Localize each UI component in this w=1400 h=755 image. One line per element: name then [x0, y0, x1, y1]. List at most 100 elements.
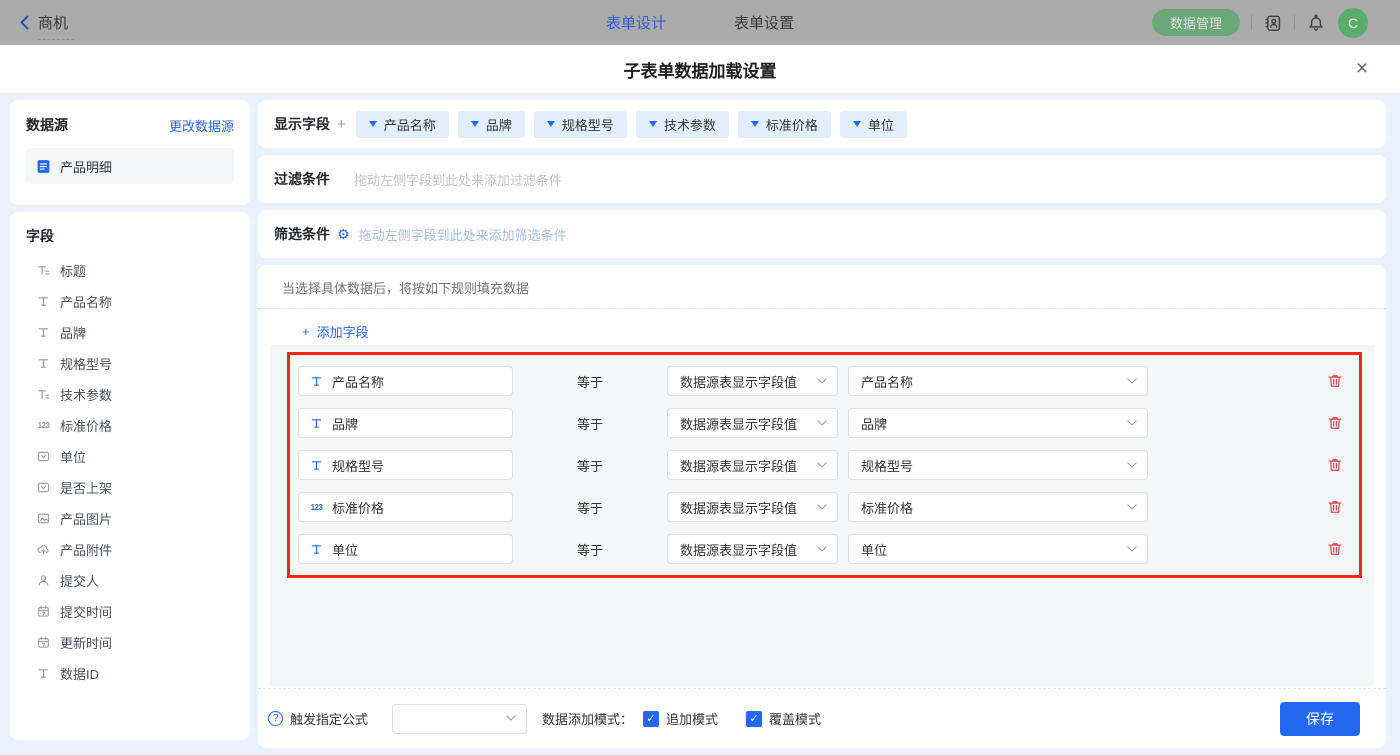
- source-select[interactable]: 数据源表显示字段值: [667, 366, 838, 396]
- avatar[interactable]: C: [1338, 8, 1368, 38]
- field-item-product-attachment[interactable]: 产品附件: [26, 534, 234, 565]
- trash-icon[interactable]: [1327, 373, 1343, 389]
- calendar-icon: [36, 604, 51, 619]
- datasource-title: 数据源: [26, 115, 68, 135]
- datasource-item-label: 产品明细: [60, 157, 112, 176]
- chevron-down-icon: [817, 378, 827, 385]
- field-item-submitter[interactable]: 提交人: [26, 565, 234, 596]
- data-manage-button[interactable]: 数据管理: [1152, 9, 1240, 36]
- bell-icon[interactable]: [1306, 13, 1326, 33]
- field-item-on-shelf[interactable]: 是否上架: [26, 472, 234, 503]
- field-item-data-id[interactable]: 数据ID: [26, 658, 234, 689]
- number-icon: [309, 500, 324, 515]
- source-select[interactable]: 数据源表显示字段值: [667, 408, 838, 438]
- caret-down-icon: [369, 121, 377, 127]
- text-icon: [36, 294, 51, 309]
- source-select[interactable]: 数据源表显示字段值: [667, 450, 838, 480]
- trash-icon[interactable]: [1327, 499, 1343, 515]
- add-field-link[interactable]: + 添加字段: [302, 322, 369, 341]
- app-header: 商机 表单设计 表单设置 数据管理 C: [0, 0, 1400, 45]
- operator-label: 等于: [577, 414, 605, 433]
- value-select[interactable]: 产品名称: [848, 366, 1148, 396]
- help-icon[interactable]: [268, 711, 283, 726]
- rule-field-box[interactable]: 标准价格: [298, 492, 513, 522]
- chevron-down-icon: [817, 546, 827, 553]
- checkbox-append-mode[interactable]: [643, 711, 659, 727]
- value-select[interactable]: 品牌: [848, 408, 1148, 438]
- display-tag-brand[interactable]: 品牌: [458, 111, 525, 138]
- operator-label: 等于: [577, 456, 605, 475]
- operator-label: 等于: [577, 498, 605, 517]
- formula-label: 触发指定公式: [290, 709, 368, 728]
- source-select[interactable]: 数据源表显示字段值: [667, 492, 838, 522]
- rule-field-box[interactable]: 规格型号: [298, 450, 513, 480]
- display-tag-standard-price[interactable]: 标准价格: [738, 111, 831, 138]
- field-item-tech-params[interactable]: 技术参数: [26, 379, 234, 410]
- screen-card: 筛选条件 拖动左侧字段到此处来添加筛选条件: [258, 210, 1386, 258]
- filter-placeholder: 拖动左侧字段到此处来添加过滤条件: [354, 170, 562, 189]
- plus-icon: +: [302, 324, 310, 339]
- user-icon: [36, 573, 51, 588]
- add-display-field-button[interactable]: +: [337, 116, 346, 133]
- value-select[interactable]: 规格型号: [848, 450, 1148, 480]
- value-select[interactable]: 单位: [848, 534, 1148, 564]
- close-icon[interactable]: ×: [1350, 57, 1374, 81]
- filter-drop-zone[interactable]: 拖动左侧字段到此处来添加过滤条件: [330, 155, 1370, 203]
- modal-title: 子表单数据加载设置: [0, 45, 1400, 93]
- field-item-brand[interactable]: 品牌: [26, 317, 234, 348]
- field-item-update-time[interactable]: 更新时间: [26, 627, 234, 658]
- field-item-spec-model[interactable]: 规格型号: [26, 348, 234, 379]
- annotation-red-box: 产品名称 等于 数据源表显示字段值 产品名称 品牌 等于: [287, 352, 1362, 578]
- caret-down-icon: [649, 121, 657, 127]
- contacts-icon[interactable]: [1263, 13, 1283, 33]
- screen-drop-zone[interactable]: 拖动左侧字段到此处来添加筛选条件: [350, 210, 1370, 258]
- tab-form-settings[interactable]: 表单设置: [734, 12, 794, 33]
- rule-field-box[interactable]: 单位: [298, 534, 513, 564]
- datasource-item[interactable]: 产品明细: [26, 148, 234, 184]
- change-datasource-link[interactable]: 更改数据源: [169, 116, 234, 135]
- chevron-down-icon: [1127, 378, 1137, 385]
- field-item-product-name[interactable]: 产品名称: [26, 286, 234, 317]
- display-tag-tech-params[interactable]: 技术参数: [636, 111, 729, 138]
- chevron-down-icon: [817, 462, 827, 469]
- overwrite-mode-label: 覆盖模式: [769, 709, 821, 728]
- display-fields-label: 显示字段: [274, 114, 330, 134]
- trash-icon[interactable]: [1327, 415, 1343, 431]
- rule-row: 品牌 等于 数据源表显示字段值 品牌: [290, 402, 1359, 444]
- checkbox-overwrite-mode[interactable]: [746, 711, 762, 727]
- field-item-product-image[interactable]: 产品图片: [26, 503, 234, 534]
- display-tag-product-name[interactable]: 产品名称: [356, 111, 449, 138]
- rule-row: 规格型号 等于 数据源表显示字段值 规格型号: [290, 444, 1359, 486]
- append-mode-label: 追加模式: [666, 709, 718, 728]
- form-doc-icon: [36, 159, 51, 174]
- field-item-standard-price[interactable]: 标准价格: [26, 410, 234, 441]
- display-fields-card: 显示字段 + 产品名称 品牌 规格型号 技术参数 标准价格 单位: [258, 100, 1386, 148]
- value-select[interactable]: 标准价格: [848, 492, 1148, 522]
- rule-field-box[interactable]: 产品名称: [298, 366, 513, 396]
- display-tag-spec-model[interactable]: 规格型号: [534, 111, 627, 138]
- fields-card: 字段 标题 产品名称 品牌 规格型号 技术参数: [10, 212, 250, 740]
- caret-down-icon: [471, 121, 479, 127]
- datasource-card: 数据源 更改数据源 产品明细: [10, 100, 250, 205]
- save-button[interactable]: 保存: [1280, 702, 1360, 736]
- field-item-unit[interactable]: 单位: [26, 441, 234, 472]
- tab-form-design[interactable]: 表单设计: [606, 12, 666, 33]
- text-icon: [309, 458, 324, 473]
- fields-list: 标题 产品名称 品牌 规格型号 技术参数 标准价格: [26, 255, 234, 689]
- add-mode-label: 数据添加模式：: [542, 709, 633, 728]
- rule-field-box[interactable]: 品牌: [298, 408, 513, 438]
- source-select[interactable]: 数据源表显示字段值: [667, 534, 838, 564]
- field-item-title[interactable]: 标题: [26, 255, 234, 286]
- select-icon: [36, 449, 51, 464]
- gear-icon[interactable]: [337, 226, 350, 243]
- text-icon: [36, 666, 51, 681]
- caret-down-icon: [751, 121, 759, 127]
- display-tag-unit[interactable]: 单位: [840, 111, 907, 138]
- chevron-down-icon: [1127, 546, 1137, 553]
- divider: [1294, 15, 1295, 30]
- trash-icon[interactable]: [1327, 457, 1343, 473]
- chevron-down-icon: [817, 504, 827, 511]
- trash-icon[interactable]: [1327, 541, 1343, 557]
- formula-select[interactable]: [392, 704, 527, 734]
- field-item-submit-time[interactable]: 提交时间: [26, 596, 234, 627]
